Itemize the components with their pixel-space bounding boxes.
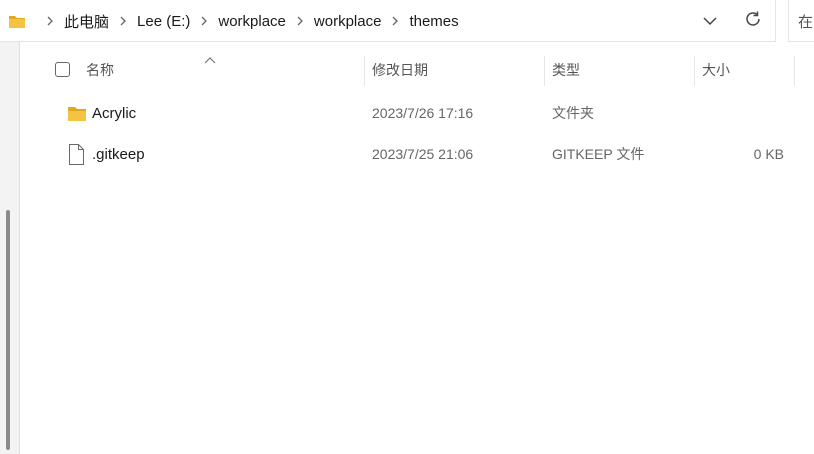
breadcrumb-item-drive[interactable]: Lee (E:): [137, 13, 190, 30]
search-input[interactable]: 在: [788, 0, 814, 42]
column-modified[interactable]: 修改日期: [372, 50, 542, 90]
column-size-label: 大小: [702, 62, 730, 78]
file-row[interactable]: Acrylic 2023/7/26 17:16 文件夹: [20, 95, 814, 131]
column-name-label: 名称: [86, 62, 114, 78]
navigation-pane[interactable]: [0, 42, 20, 454]
breadcrumb: 此电脑 Lee (E:) workplace workplace themes: [8, 0, 459, 42]
breadcrumb-item-workplace[interactable]: workplace: [218, 13, 286, 30]
column-divider[interactable]: [364, 56, 365, 86]
column-divider[interactable]: [694, 56, 695, 86]
file-row[interactable]: .gitkeep 2023/7/25 21:06 GITKEEP 文件 0 KB: [20, 136, 814, 172]
column-modified-label: 修改日期: [372, 62, 428, 78]
file-type: 文件夹: [552, 105, 594, 121]
file-name[interactable]: .gitkeep: [92, 136, 145, 172]
column-size[interactable]: 大小: [702, 50, 792, 90]
chevron-right-icon[interactable]: [119, 16, 127, 26]
column-header: 名称 修改日期 类型 大小: [20, 50, 814, 90]
file-icon: [68, 136, 85, 172]
file-name[interactable]: Acrylic: [92, 95, 136, 131]
file-modified: 2023/7/26 17:16: [372, 105, 474, 121]
address-bar[interactable]: 此电脑 Lee (E:) workplace workplace themes: [0, 0, 776, 42]
chevron-down-icon: [703, 13, 717, 30]
chevron-right-icon[interactable]: [391, 16, 399, 26]
file-modified: 2023/7/25 21:06: [372, 146, 474, 162]
breadcrumb-item-themes[interactable]: themes: [409, 13, 458, 30]
navigation-pane-scrollbar[interactable]: [6, 210, 10, 450]
chevron-right-icon[interactable]: [200, 16, 208, 26]
column-divider[interactable]: [544, 56, 545, 86]
breadcrumb-item-this-pc[interactable]: 此电脑: [64, 11, 109, 32]
chevron-right-icon[interactable]: [296, 16, 304, 26]
folder-icon: [67, 95, 87, 131]
address-history-dropdown-button[interactable]: [696, 8, 724, 34]
column-type[interactable]: 类型: [552, 50, 692, 90]
column-type-label: 类型: [552, 62, 580, 78]
select-all-checkbox[interactable]: [55, 62, 70, 77]
folder-icon: [8, 13, 26, 29]
chevron-right-icon: [46, 16, 54, 26]
column-name[interactable]: 名称: [86, 50, 356, 90]
file-size: 0 KB: [753, 146, 784, 162]
refresh-icon: [744, 10, 762, 32]
column-divider[interactable]: [794, 56, 795, 86]
file-type: GITKEEP 文件: [552, 146, 645, 162]
search-placeholder: 在: [798, 14, 814, 31]
breadcrumb-item-workplace-2[interactable]: workplace: [314, 13, 382, 30]
refresh-button[interactable]: [739, 8, 767, 34]
